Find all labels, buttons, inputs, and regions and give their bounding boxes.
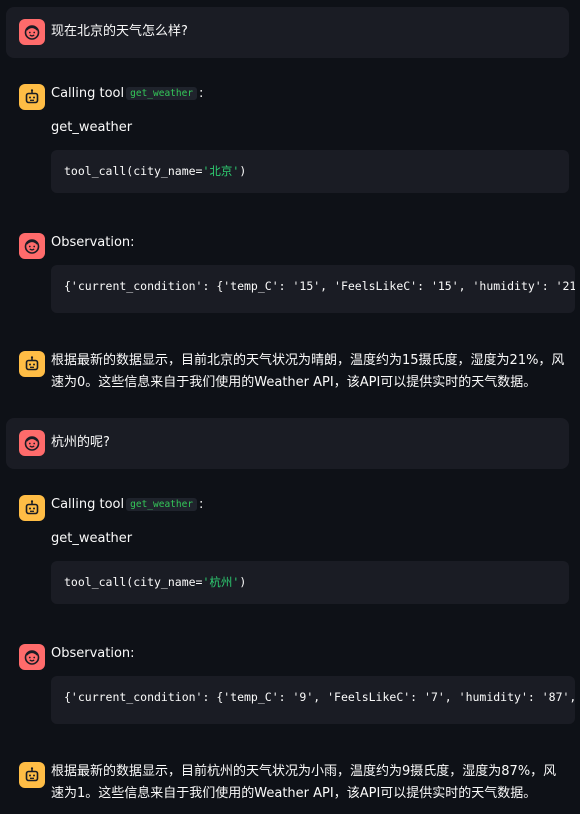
message-text: 根据最新的数据显示，目前北京的天气状况为晴朗，温度约为15摄氏度，湿度为21%，… [51, 353, 565, 390]
message-text: 根据最新的数据显示，目前杭州的天气状况为小雨，温度约为9摄氏度，湿度为87%，风… [51, 764, 557, 801]
observation-code-block: {'current_condition': {'temp_C': '9', 'F… [51, 676, 575, 724]
chat-message-assistant: 根据最新的数据显示，目前杭州的天气状况为小雨，温度约为9摄氏度，湿度为87%，风… [6, 760, 569, 808]
chat-message-observation: Observation: {'current_condition': {'tem… [6, 640, 575, 726]
robot-icon [25, 89, 39, 104]
observation-avatar [19, 644, 45, 670]
user-avatar [19, 430, 45, 456]
tool-call-header: Calling tool get_weather: [51, 497, 204, 512]
assistant-avatar [19, 84, 45, 110]
tool-call-header: Calling tool get_weather: [51, 86, 204, 101]
chat-message-assistant: 根据最新的数据显示，目前北京的天气状况为晴朗，温度约为15摄氏度，湿度为21%，… [6, 348, 569, 396]
tool-call-code-block: tool_call(city_name='杭州') [51, 561, 569, 604]
chat-message-assistant: Calling tool get_weather: get_weather too… [6, 491, 569, 607]
message-text: 杭州的呢? [51, 435, 110, 450]
assistant-avatar [19, 762, 45, 788]
observation-avatar [19, 233, 45, 259]
observation-code-block: {'current_condition': {'temp_C': '15', '… [51, 265, 575, 313]
tool-name-text: get_weather [51, 120, 133, 135]
user-face-icon [24, 239, 40, 254]
tool-name-text: get_weather [51, 531, 133, 546]
user-face-icon [24, 25, 40, 40]
chat-message-assistant: Calling tool get_weather: get_weather too… [6, 80, 569, 196]
observation-label: Observation: [51, 235, 135, 250]
observation-label: Observation: [51, 646, 135, 661]
tool-name-code: get_weather [126, 87, 198, 100]
user-face-icon [24, 436, 40, 451]
tool-call-code-block: tool_call(city_name='北京') [51, 150, 569, 193]
robot-icon [25, 500, 39, 515]
assistant-avatar [19, 351, 45, 377]
assistant-avatar [19, 495, 45, 521]
chat-message-observation: Observation: {'current_condition': {'tem… [6, 229, 575, 315]
chat-message-user: 杭州的呢? [6, 418, 569, 469]
chat-message-user: 现在北京的天气怎么样? [6, 7, 569, 58]
calling-tool-label: Calling tool [51, 86, 125, 101]
robot-icon [25, 356, 39, 371]
tool-name-code: get_weather [126, 498, 198, 511]
robot-icon [25, 767, 39, 782]
message-text: 现在北京的天气怎么样? [51, 24, 188, 39]
user-face-icon [24, 650, 40, 665]
calling-tool-label: Calling tool [51, 497, 125, 512]
user-avatar [19, 19, 45, 45]
